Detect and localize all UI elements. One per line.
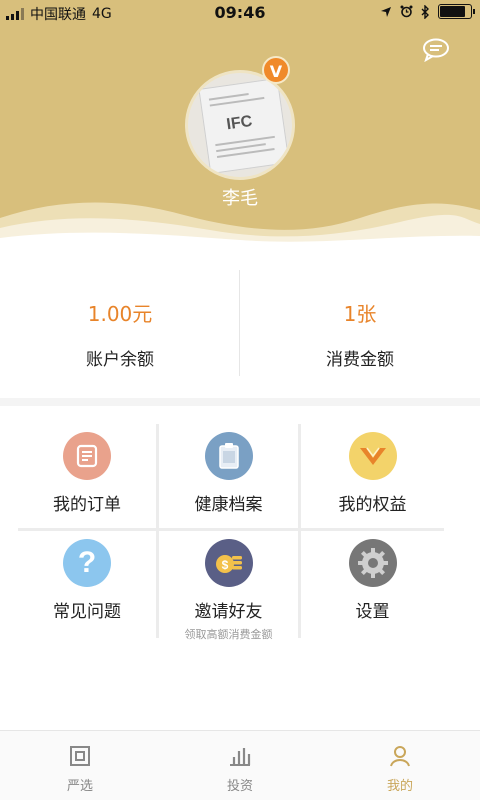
status-bar: 中国联通 4G 09:46: [0, 0, 480, 26]
vip-badge: V: [262, 56, 290, 84]
stat-spend[interactable]: 1张 消费金额: [240, 248, 480, 398]
bar-chart-icon: [230, 748, 251, 766]
menu-item-orders[interactable]: 我的订单: [18, 424, 159, 531]
vip-icon: [348, 432, 397, 480]
account-stats: 1.00元 账户余额 1张 消费金额: [0, 248, 480, 398]
status-right: [380, 4, 475, 19]
tab-label: 严选: [66, 779, 93, 794]
stat-balance-value: 1.00元: [87, 302, 153, 326]
menu-item-settings[interactable]: 设置: [301, 531, 444, 638]
bottom-tab-bar: 严选 投资 我的: [0, 730, 480, 800]
clipboard-icon: [204, 432, 253, 480]
coins-icon: $: [204, 539, 253, 587]
stat-spend-value: 1张: [343, 302, 377, 326]
location-arrow-icon: [381, 6, 391, 17]
menu-item-benefits[interactable]: 我的权益: [301, 424, 444, 531]
order-icon: [63, 432, 111, 480]
menu-label: 设置: [355, 602, 390, 622]
menu-item-faq[interactable]: ? 常见问题: [18, 531, 159, 638]
avatar[interactable]: IFC: [185, 70, 295, 180]
battery-fill: [440, 6, 465, 17]
tab-invest[interactable]: 投资: [160, 731, 320, 800]
menu-label: 常见问题: [53, 602, 121, 622]
gear-icon: [348, 539, 397, 587]
menu-label: 健康档案: [194, 495, 263, 515]
stat-balance[interactable]: 1.00元 账户余额: [0, 248, 240, 398]
avatar-card-logo: IFC: [225, 112, 254, 134]
tab-selection[interactable]: 严选: [0, 731, 160, 800]
menu-label: 我的订单: [53, 495, 121, 515]
question-icon: ?: [63, 539, 111, 587]
stat-spend-label: 消费金额: [326, 350, 394, 370]
menu-label: 我的权益: [338, 495, 407, 515]
alarm-icon: [400, 5, 413, 18]
svg-text:$: $: [221, 558, 228, 572]
battery-icon: [438, 4, 475, 19]
stat-balance-label: 账户余额: [86, 350, 154, 370]
menu-grid: 我的订单 健康档案 我的权益 ? 常见问题 $ 邀请好友 领取高额消费金额 设置: [18, 424, 444, 641]
square-icon: [70, 746, 90, 766]
menu-item-health-records[interactable]: 健康档案: [159, 424, 301, 531]
header-wave-decoration: [0, 202, 480, 248]
menu-item-invite[interactable]: $ 邀请好友 领取高额消费金额: [159, 531, 301, 641]
profile-header: IFC V 李毛: [0, 26, 480, 248]
tab-mine[interactable]: 我的: [320, 731, 480, 800]
tab-label: 投资: [226, 779, 253, 794]
message-icon[interactable]: [422, 38, 450, 62]
tab-label: 我的: [386, 779, 413, 794]
menu-label: 邀请好友: [194, 602, 263, 622]
section-gap: [0, 398, 480, 406]
avatar-card-photo: IFC: [198, 77, 290, 175]
bluetooth-icon: [421, 4, 429, 19]
menu-sublabel: 领取高额消费金额: [184, 628, 273, 641]
person-icon: [390, 746, 410, 767]
